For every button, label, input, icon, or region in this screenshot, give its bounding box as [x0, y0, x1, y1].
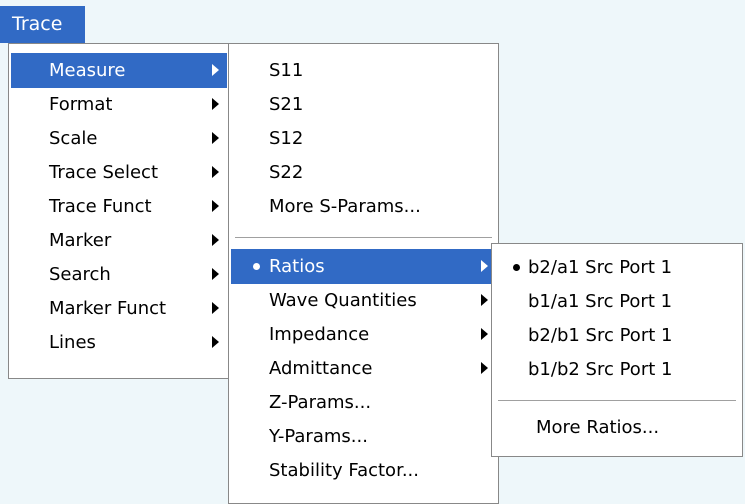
menu-item-label: Admittance	[269, 358, 373, 379]
menu-item-z-params[interactable]: Z-Params...	[231, 385, 496, 420]
submenu-arrow-icon	[212, 234, 219, 246]
menu-item-label: Trace Select	[49, 162, 159, 183]
menu-item-label: Measure	[49, 60, 126, 81]
menu-item-search[interactable]: Search	[11, 257, 227, 292]
menu-item-label: More S-Params...	[269, 196, 421, 217]
ratios-menu: b2/a1 Src Port 1 b1/a1 Src Port 1 b2/b1 …	[491, 243, 743, 457]
menu-item-b2-b1-src-port-1[interactable]: b2/b1 Src Port 1	[494, 318, 740, 353]
menu-item-label: b2/b1 Src Port 1	[528, 325, 673, 346]
submenu-arrow-icon	[212, 64, 219, 76]
menu-item-more-ratios[interactable]: More Ratios...	[494, 410, 740, 445]
menu-item-label: More Ratios...	[536, 417, 660, 438]
menu-item-label: b1/a1 Src Port 1	[528, 291, 673, 312]
menu-item-label: Z-Params...	[269, 392, 372, 413]
measure-menu: S11 S21 S12 S22 More S-Params... Ratios …	[228, 43, 499, 504]
menu-item-y-params[interactable]: Y-Params...	[231, 419, 496, 454]
submenu-arrow-icon	[212, 166, 219, 178]
menu-item-label: Trace Funct	[49, 196, 152, 217]
menu-item-b1-b2-src-port-1[interactable]: b1/b2 Src Port 1	[494, 352, 740, 387]
menu-item-scale[interactable]: Scale	[11, 121, 227, 156]
menu-item-marker-funct[interactable]: Marker Funct	[11, 291, 227, 326]
menu-item-s22[interactable]: S22	[231, 155, 496, 190]
menu-item-b1-a1-src-port-1[interactable]: b1/a1 Src Port 1	[494, 284, 740, 319]
menu-item-lines[interactable]: Lines	[11, 325, 227, 360]
submenu-arrow-icon	[481, 294, 488, 306]
submenu-arrow-icon	[212, 336, 219, 348]
menu-item-trace-select[interactable]: Trace Select	[11, 155, 227, 190]
submenu-arrow-icon	[212, 268, 219, 280]
trace-menu: Measure Format Scale Trace Select Trace …	[8, 43, 230, 379]
menu-item-ratios[interactable]: Ratios	[231, 249, 496, 284]
submenu-arrow-icon	[481, 362, 488, 374]
selected-bullet-icon	[513, 264, 520, 271]
menu-item-label: Impedance	[269, 324, 370, 345]
menu-item-format[interactable]: Format	[11, 87, 227, 122]
menu-item-label: Ratios	[269, 256, 325, 277]
selected-bullet-icon	[253, 263, 260, 270]
menu-item-more-s-params[interactable]: More S-Params...	[231, 189, 496, 224]
menu-item-label: S21	[269, 94, 304, 115]
menu-item-wave-quantities[interactable]: Wave Quantities	[231, 283, 496, 318]
menubar-trace[interactable]: Trace	[0, 6, 85, 43]
menu-item-label: Format	[49, 94, 113, 115]
menu-item-admittance[interactable]: Admittance	[231, 351, 496, 386]
menu-item-label: S22	[269, 162, 304, 183]
menu-item-s11[interactable]: S11	[231, 53, 496, 88]
menu-item-b2-a1-src-port-1[interactable]: b2/a1 Src Port 1	[494, 250, 740, 285]
menu-item-label: Marker	[49, 230, 112, 251]
menu-item-impedance[interactable]: Impedance	[231, 317, 496, 352]
submenu-arrow-icon	[212, 302, 219, 314]
menu-item-trace-funct[interactable]: Trace Funct	[11, 189, 227, 224]
menu-item-marker[interactable]: Marker	[11, 223, 227, 258]
menu-item-label: Lines	[49, 332, 96, 353]
submenu-arrow-icon	[212, 98, 219, 110]
menu-item-s21[interactable]: S21	[231, 87, 496, 122]
submenu-arrow-icon	[212, 200, 219, 212]
submenu-arrow-icon	[481, 260, 488, 272]
menu-separator	[498, 400, 736, 401]
submenu-arrow-icon	[481, 328, 488, 340]
menu-item-s12[interactable]: S12	[231, 121, 496, 156]
menu-item-label: Marker Funct	[49, 298, 167, 319]
submenu-arrow-icon	[212, 132, 219, 144]
menu-item-label: b1/b2 Src Port 1	[528, 359, 673, 380]
menu-item-label: S12	[269, 128, 304, 149]
menu-separator	[235, 237, 492, 238]
menu-item-label: Y-Params...	[269, 426, 368, 447]
menu-item-stability-factor[interactable]: Stability Factor...	[231, 453, 496, 488]
menu-item-label: Wave Quantities	[269, 290, 417, 311]
menu-item-label: Scale	[49, 128, 98, 149]
menu-item-label: Stability Factor...	[269, 460, 419, 481]
menu-item-label: b2/a1 Src Port 1	[528, 257, 673, 278]
menu-item-label: S11	[269, 60, 304, 81]
menu-item-measure[interactable]: Measure	[11, 53, 227, 88]
menu-item-label: Search	[49, 264, 111, 285]
